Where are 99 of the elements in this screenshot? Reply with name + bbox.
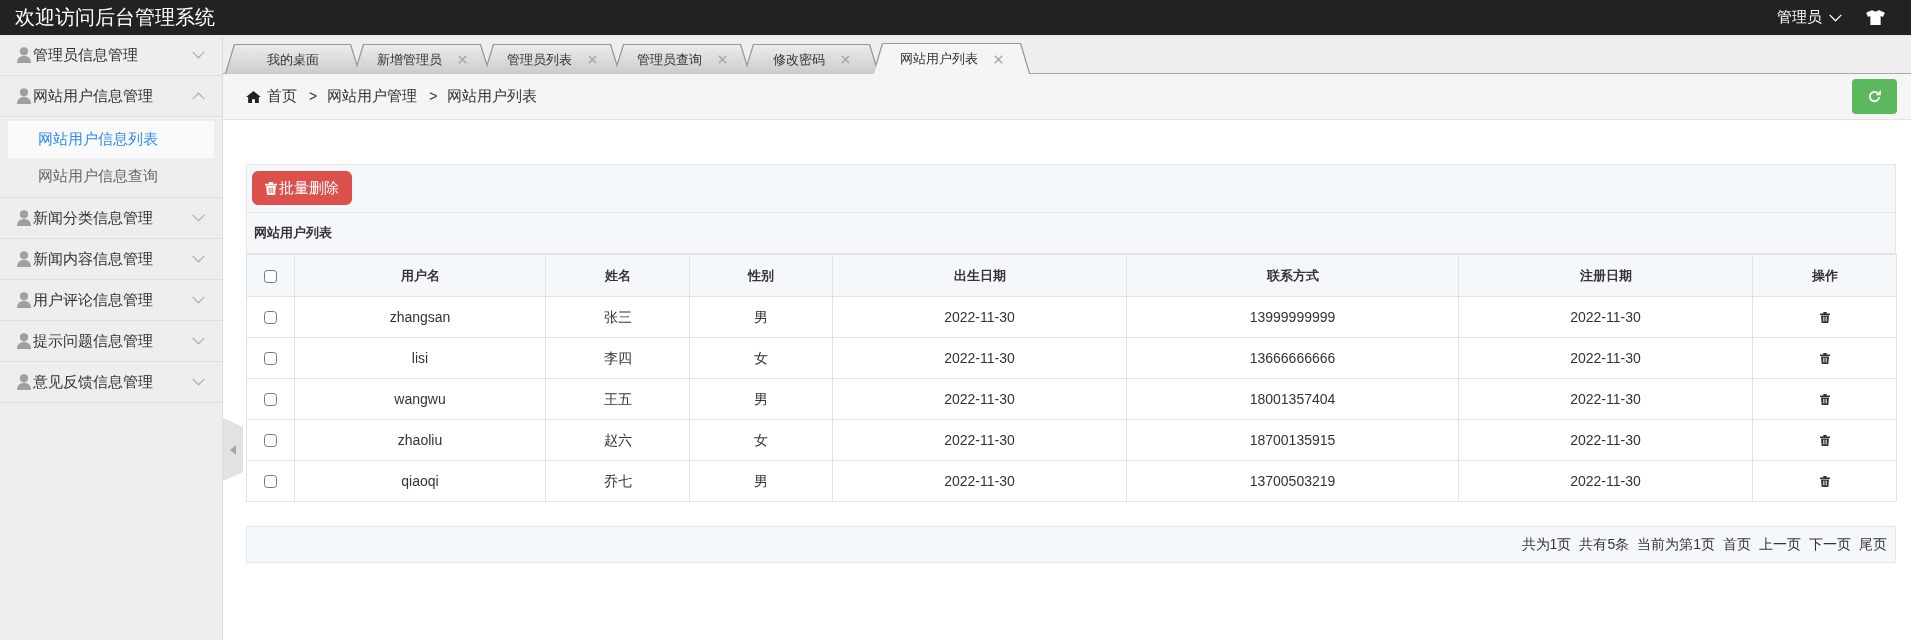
table-cell: 女: [689, 419, 833, 461]
table-cell: 18001357404: [1126, 378, 1459, 420]
sidebar-item[interactable]: 意见反馈信息管理: [0, 362, 222, 403]
t-shirt-icon[interactable]: [1866, 10, 1885, 25]
column-header: 注册日期: [1458, 254, 1753, 297]
sidebar-item[interactable]: 提示问题信息管理: [0, 321, 222, 362]
table-cell: 女: [689, 337, 833, 379]
user-menu[interactable]: 管理员: [1777, 6, 1842, 29]
column-header: 姓名: [545, 254, 690, 297]
table-cell: 13999999999: [1126, 296, 1459, 338]
trash-icon[interactable]: [1819, 352, 1830, 364]
person-icon: [17, 292, 31, 308]
tab[interactable]: 管理员查询: [615, 45, 749, 74]
sidebar-item[interactable]: 管理员信息管理: [0, 35, 222, 76]
person-icon: [17, 88, 31, 104]
table-cell: 2022-11-30: [832, 337, 1127, 379]
table-cell: 13700503219: [1126, 460, 1459, 502]
chevron-down-icon: [192, 296, 205, 304]
row-checkbox[interactable]: [264, 434, 277, 448]
caret-left-icon: [230, 444, 236, 455]
chevron-down-icon: [192, 378, 205, 386]
sidebar-subitem[interactable]: 网站用户信息查询: [8, 158, 214, 195]
table-cell: 男: [689, 378, 833, 420]
app-title: 欢迎访问后台管理系统: [14, 5, 216, 30]
chevron-down-icon: [192, 337, 205, 345]
table-cell: 李四: [545, 337, 690, 379]
trash-icon: [265, 181, 277, 195]
column-header: 操作: [1752, 254, 1897, 297]
chevron-down-icon: [192, 255, 205, 263]
person-icon: [17, 374, 31, 390]
sidebar-item[interactable]: 用户评论信息管理: [0, 280, 222, 321]
table-cell: 2022-11-30: [1458, 460, 1753, 502]
pagination-link[interactable]: 尾页: [1859, 534, 1887, 555]
table-cell: zhangsan: [294, 296, 546, 338]
table-cell: 2022-11-30: [1458, 419, 1753, 461]
table-cell: 男: [689, 460, 833, 502]
breadcrumb-separator: >: [429, 87, 438, 106]
table-cell: qiaoqi: [294, 460, 546, 502]
page-info: 当前为第1页: [1637, 535, 1715, 554]
table-cell: 18700135915: [1126, 419, 1459, 461]
chevron-down-icon: [192, 214, 205, 222]
sidebar-item[interactable]: 网站用户信息管理: [0, 76, 222, 117]
pagination-link[interactable]: 首页: [1723, 534, 1751, 555]
column-header: 联系方式: [1126, 254, 1459, 297]
page-info: 共为1页: [1521, 535, 1572, 554]
pagination-link[interactable]: 下一页: [1809, 534, 1851, 555]
refresh-button[interactable]: [1852, 79, 1897, 114]
table-cell: 张三: [545, 296, 690, 338]
breadcrumb-link[interactable]: 首页: [246, 85, 297, 108]
chevron-up-icon: [192, 92, 205, 100]
chevron-down-icon: [1829, 13, 1842, 22]
sidebar-item[interactable]: 新闻分类信息管理: [0, 198, 222, 239]
table-title: 网站用户列表: [246, 213, 1896, 254]
row-checkbox[interactable]: [264, 311, 277, 325]
breadcrumb-separator: >: [309, 87, 318, 106]
person-icon: [17, 47, 31, 63]
trash-icon[interactable]: [1819, 311, 1830, 323]
row-checkbox[interactable]: [264, 475, 277, 489]
page-info: 共有5条: [1579, 535, 1630, 554]
tab[interactable]: 网站用户列表: [874, 44, 1029, 74]
home-icon: [246, 90, 261, 103]
breadcrumb-link[interactable]: 网站用户管理: [327, 85, 418, 108]
select-all-checkbox[interactable]: [264, 269, 277, 283]
table-cell: lisi: [294, 337, 546, 379]
table-cell: 赵六: [545, 419, 690, 461]
tab[interactable]: 管理员列表: [485, 45, 619, 74]
chevron-down-icon: [192, 51, 205, 59]
trash-icon[interactable]: [1819, 393, 1830, 405]
tab[interactable]: 修改密码: [745, 45, 878, 74]
person-icon: [17, 210, 31, 226]
batch-delete-button[interactable]: 批量删除: [252, 171, 352, 205]
pagination-link[interactable]: 上一页: [1759, 534, 1801, 555]
person-icon: [17, 251, 31, 267]
column-header: 出生日期: [832, 254, 1127, 297]
trash-icon[interactable]: [1819, 434, 1830, 446]
table-cell: 2022-11-30: [832, 460, 1127, 502]
column-header: 用户名: [294, 254, 546, 297]
table-cell: 男: [689, 296, 833, 338]
table-cell: 2022-11-30: [832, 419, 1127, 461]
row-checkbox[interactable]: [264, 352, 277, 366]
sidebar-item[interactable]: 新闻内容信息管理: [0, 239, 222, 280]
tab[interactable]: 我的桌面: [226, 45, 359, 74]
person-icon: [17, 333, 31, 349]
breadcrumb-current: 网站用户列表: [447, 86, 538, 107]
column-header: 性别: [689, 254, 833, 297]
table-cell: 王五: [545, 378, 690, 420]
table-cell: 2022-11-30: [1458, 337, 1753, 379]
table-cell: wangwu: [294, 378, 546, 420]
refresh-icon: [1867, 89, 1882, 104]
table-cell: 2022-11-30: [832, 378, 1127, 420]
table-cell: 2022-11-30: [1458, 296, 1753, 338]
table-cell: 2022-11-30: [832, 296, 1127, 338]
table-cell: 2022-11-30: [1458, 378, 1753, 420]
table-cell: 13666666666: [1126, 337, 1459, 379]
table-cell: 乔七: [545, 460, 690, 502]
row-checkbox[interactable]: [264, 393, 277, 407]
table-cell: zhaoliu: [294, 419, 546, 461]
tab[interactable]: 新增管理员: [355, 45, 489, 74]
trash-icon[interactable]: [1819, 475, 1830, 487]
